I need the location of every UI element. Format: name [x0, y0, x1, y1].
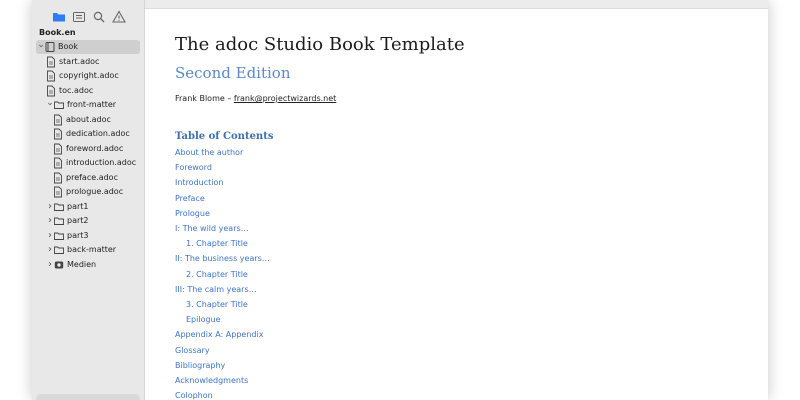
chevron-right-icon[interactable]: ›: [46, 200, 54, 214]
toc-link[interactable]: Bibliography: [175, 361, 225, 370]
app-window: Book.en ⌄ Book start.adoc copyright.adoc toc…: [32, 0, 768, 400]
outline-icon[interactable]: [72, 9, 86, 23]
file-icon: [53, 157, 63, 169]
tree-item-label: Medien: [67, 259, 97, 269]
author-email-link[interactable]: frank@projectwizards.net: [234, 94, 336, 103]
toc-link[interactable]: 1. Chapter Title: [186, 239, 248, 248]
tree-item-label: about.adoc: [66, 114, 111, 124]
tree-item[interactable]: start.adoc: [32, 55, 144, 69]
toc-link[interactable]: Colophon: [175, 391, 213, 400]
tree-item-label: preface.adoc: [66, 172, 118, 182]
document-subtitle: Second Edition: [175, 64, 291, 82]
tree-item-label: toc.adoc: [59, 85, 94, 95]
folder-icon: [54, 244, 64, 256]
tree-item[interactable]: › part2: [32, 214, 144, 228]
tree-item[interactable]: › part3: [32, 229, 144, 243]
file-icon: [46, 70, 56, 82]
sidebar-title: Book.en: [39, 28, 76, 37]
toc-link[interactable]: About the author: [175, 148, 243, 157]
file-icon: [53, 128, 63, 140]
book-icon: [45, 41, 55, 53]
preview-pane: The adoc Studio Book Template Second Edi…: [175, 10, 768, 400]
author-name: Frank Blome: [175, 94, 225, 103]
chevron-down-icon[interactable]: ⌄: [46, 98, 54, 108]
tree-item-label: dedication.adoc: [66, 129, 130, 139]
toc-link[interactable]: Preface: [175, 194, 205, 203]
warning-icon[interactable]: [112, 9, 126, 23]
media-icon: [54, 259, 64, 271]
tree-item-label: prologue.adoc: [66, 187, 124, 197]
sidebar: Book.en ⌄ Book start.adoc copyright.adoc toc…: [32, 0, 145, 400]
toc-link[interactable]: Epilogue: [186, 315, 221, 324]
toc-link[interactable]: II: The business years…: [175, 254, 270, 263]
toc-link[interactable]: Glossary: [175, 346, 210, 355]
tree-item-label: foreword.adoc: [66, 143, 124, 153]
folder-icon: [54, 201, 64, 213]
tree-item-label: front-matter: [67, 100, 117, 110]
chevron-down-icon[interactable]: ⌄: [37, 40, 45, 50]
file-icon: [53, 143, 63, 155]
tree-item[interactable]: preface.adoc: [32, 171, 144, 185]
folder-icon: [54, 99, 64, 111]
tree-item[interactable]: ⌄ Book: [36, 40, 140, 54]
document-title: The adoc Studio Book Template: [175, 34, 465, 55]
tree-item[interactable]: introduction.adoc: [32, 156, 144, 170]
toc-link[interactable]: III: The calm years…: [175, 285, 257, 294]
tree-item[interactable]: about.adoc: [32, 113, 144, 127]
tree-item-label: part2: [67, 216, 89, 226]
toc-link[interactable]: 3. Chapter Title: [186, 300, 248, 309]
search-icon[interactable]: [92, 9, 106, 23]
chevron-right-icon[interactable]: ›: [46, 214, 54, 228]
toc-link[interactable]: Foreword: [175, 163, 212, 172]
file-icon: [53, 172, 63, 184]
tree-item[interactable]: › part1: [32, 200, 144, 214]
toc-link[interactable]: Acknowledgments: [175, 376, 248, 385]
folder-icon: [54, 215, 64, 227]
toc-link[interactable]: Introduction: [175, 178, 223, 187]
tree-item[interactable]: prologue.adoc: [32, 185, 144, 199]
tree-item-label: introduction.adoc: [66, 158, 137, 168]
tree-item[interactable]: copyright.adoc: [32, 69, 144, 83]
chevron-right-icon[interactable]: ›: [46, 243, 54, 257]
file-icon: [53, 114, 63, 126]
tree-item[interactable]: › Medien: [32, 258, 144, 272]
toc-title: Table of Contents: [175, 131, 274, 142]
tree-item-label: start.adoc: [59, 56, 100, 66]
toc-link[interactable]: 2. Chapter Title: [186, 270, 248, 279]
toc-link[interactable]: Appendix A: Appendix: [175, 330, 263, 339]
chevron-right-icon[interactable]: ›: [46, 258, 54, 272]
author-line: Frank Blome – frank@projectwizards.net: [175, 94, 336, 103]
sidebar-filter-field[interactable]: [36, 394, 140, 400]
file-icon: [46, 56, 56, 68]
toc-link[interactable]: I: The wild years…: [175, 224, 249, 233]
tree-item-label: part1: [67, 201, 89, 211]
tree-item[interactable]: › back-matter: [32, 243, 144, 257]
toc-link[interactable]: Prologue: [175, 209, 210, 218]
tree-item[interactable]: ⌄ front-matter: [32, 98, 144, 112]
tree-item-label: back-matter: [67, 245, 117, 255]
sidebar-toolbar: [32, 9, 144, 25]
tree-item[interactable]: foreword.adoc: [32, 142, 144, 156]
tree-item-label: Book: [58, 42, 78, 51]
tree-item-label: copyright.adoc: [59, 71, 119, 81]
tree-item[interactable]: dedication.adoc: [32, 127, 144, 141]
author-separator: –: [224, 94, 234, 103]
file-icon: [46, 85, 56, 97]
tree-item-label: part3: [67, 230, 89, 240]
folder-icon[interactable]: [52, 9, 66, 23]
chevron-right-icon[interactable]: ›: [46, 229, 54, 243]
file-icon: [53, 186, 63, 198]
folder-icon: [54, 230, 64, 242]
tree-item[interactable]: toc.adoc: [32, 84, 144, 98]
